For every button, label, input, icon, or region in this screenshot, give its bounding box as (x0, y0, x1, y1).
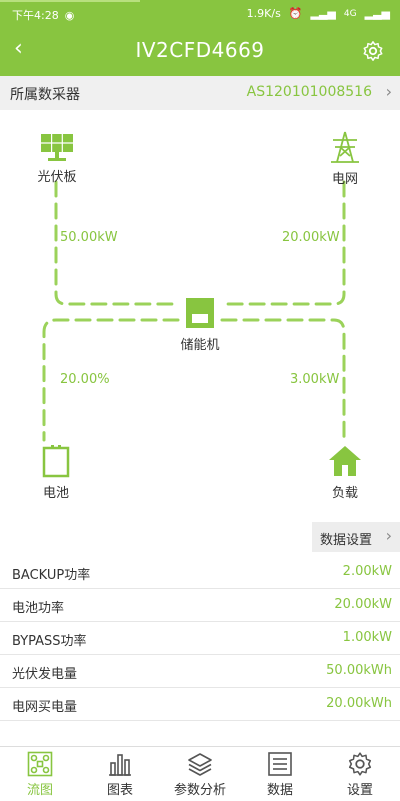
data-settings-label: 数据设置 (320, 533, 373, 548)
load-label: 负载 (331, 486, 358, 501)
metric-label: 电网买电量 (12, 700, 78, 715)
title-bar: ‹ IV2CFD4669 (0, 28, 400, 76)
network-type: 4G (343, 8, 357, 19)
metric-label: BACKUP功率 (12, 568, 91, 583)
metric-value: 20.00kW (334, 597, 392, 612)
tab-label: 流图 (26, 783, 53, 798)
signal-icon: ▂▃▅ (310, 7, 336, 20)
metric-label: BYPASS功率 (12, 634, 87, 649)
layers-icon (188, 753, 212, 776)
chevron-right-icon: › (385, 82, 392, 101)
bar-chart-icon (109, 754, 131, 776)
tab-chart[interactable]: 图表 (80, 747, 160, 801)
house-icon (329, 446, 361, 476)
status-bar: 下午4:28 ◉ 1.9K/s ⏰ ▂▃▅ 4G ▂▃▅ (0, 0, 400, 28)
battery-icon (42, 445, 70, 478)
load-node: 负载 (322, 444, 368, 501)
pv-label: 光伏板 (37, 170, 77, 185)
energy-flow-diagram: 光伏板 电网 储能机 电池 负载 50.00kW 20.00kW 20.00% … (0, 110, 400, 520)
list-item: 光伏发电量 50.00kWh (0, 655, 400, 688)
tab-param-analysis[interactable]: 参数分析 (160, 747, 240, 801)
inverter-icon (186, 298, 214, 328)
storage-label: 储能机 (180, 338, 220, 353)
grid-node: 电网 (320, 130, 370, 187)
list-item: BYPASS功率 1.00kW (0, 622, 400, 655)
page-title: IV2CFD4669 (135, 38, 265, 62)
solar-panel-icon (41, 134, 73, 161)
collector-row[interactable]: 所属数采器 AS120101008516 › (0, 76, 400, 110)
bottom-tab-bar: 流图 图表 参数分析 数据 设置 (0, 746, 400, 801)
load-power-value: 3.00kW (290, 372, 340, 387)
list-item: 电池功率 20.00kW (0, 589, 400, 622)
metric-value: 20.00kWh (326, 696, 392, 711)
power-tower-icon (331, 131, 359, 163)
battery-label: 电池 (42, 486, 69, 501)
collector-value: AS120101008516 (246, 84, 372, 100)
metric-value: 2.00kW (342, 564, 392, 579)
metrics-list: BACKUP功率 2.00kW 电池功率 20.00kW BYPASS功率 1.… (0, 556, 400, 721)
storage-node: 储能机 (172, 296, 228, 353)
network-speed: 1.9K/s (246, 7, 281, 20)
tab-label: 数据 (266, 783, 293, 798)
list-item: 电网买电量 20.00kWh (0, 688, 400, 721)
metric-value: 50.00kWh (326, 663, 392, 678)
signal-icon-2: ▂▃▅ (364, 7, 390, 20)
tab-settings[interactable]: 设置 (320, 747, 400, 801)
metric-value: 1.00kW (342, 630, 392, 645)
list-item: BACKUP功率 2.00kW (0, 556, 400, 589)
metric-label: 电池功率 (12, 601, 65, 616)
collector-label: 所属数采器 (10, 87, 80, 103)
list-icon (268, 752, 292, 776)
chevron-right-icon: › (385, 526, 392, 545)
pv-power-value: 50.00kW (60, 230, 118, 245)
tab-data[interactable]: 数据 (240, 747, 320, 801)
app-notification-icon: ◉ (64, 8, 75, 22)
battery-node: 电池 (32, 444, 80, 501)
pv-node: 光伏板 (30, 132, 84, 185)
loading-progress (0, 0, 140, 2)
tab-label: 设置 (346, 783, 373, 798)
data-settings-button[interactable]: 数据设置 › (312, 522, 400, 552)
battery-percent-value: 20.00% (60, 372, 110, 387)
grid-power-value: 20.00kW (282, 230, 340, 245)
metric-label: 光伏发电量 (12, 667, 78, 682)
status-time: 下午4:28 (12, 9, 59, 22)
tab-flow[interactable]: 流图 (0, 747, 80, 801)
gear-icon[interactable] (362, 40, 384, 66)
grid-label: 电网 (331, 172, 358, 187)
tab-label: 参数分析 (173, 783, 226, 798)
gear-icon (348, 752, 372, 776)
flow-diagram-icon (27, 751, 53, 777)
tab-label: 图表 (106, 783, 133, 798)
alarm-icon: ⏰ (288, 7, 303, 20)
